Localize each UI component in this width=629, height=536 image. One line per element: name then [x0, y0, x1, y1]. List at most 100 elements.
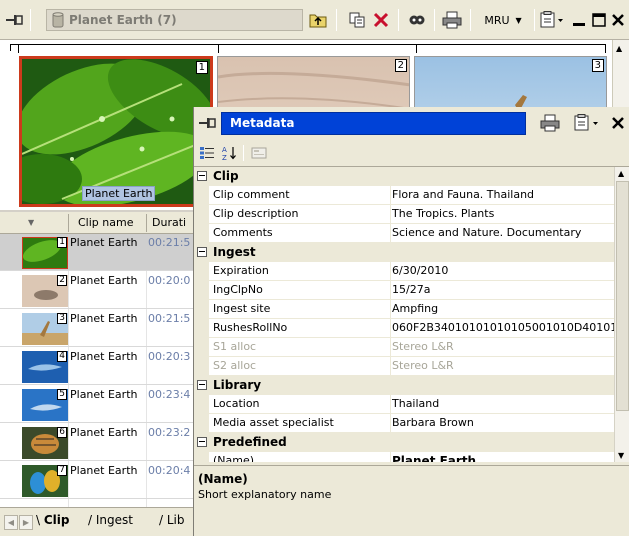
column-clip-name[interactable]: Clip name [78, 216, 133, 229]
sort-icon[interactable]: ▼ [28, 218, 34, 227]
collapse-icon[interactable] [197, 247, 207, 257]
clip-name: Planet Earth [70, 350, 138, 363]
category-predefined[interactable]: Predefined [194, 433, 614, 452]
scroll-up-icon[interactable]: ▲ [618, 169, 624, 178]
property-value[interactable]: Thailand [390, 395, 614, 413]
clip-number: 1 [57, 237, 67, 248]
scroll-down-icon[interactable]: ▼ [618, 451, 624, 460]
collapse-icon[interactable] [197, 437, 207, 447]
clip-row-6[interactable]: 6 Planet Earth 00:23:2 [0, 424, 205, 461]
property-pages-icon[interactable] [249, 144, 269, 162]
clip-thumbnail: 1 [22, 237, 68, 269]
clip-thumbnail: 3 [22, 313, 68, 345]
property-row[interactable]: (Name) Planet Earth [194, 452, 614, 462]
property-row[interactable]: Clip description The Tropics. Plants [194, 205, 614, 224]
clip-thumbnail: 6 [22, 427, 68, 459]
clip-row-2[interactable]: 2 Planet Earth 00:20:0 [0, 272, 205, 309]
clip-thumbnail: 5 [22, 389, 68, 421]
property-value[interactable]: Flora and Fauna. Thailand [390, 186, 614, 204]
close-icon[interactable] [608, 113, 628, 133]
mru-button[interactable]: MRU ▼ [476, 10, 530, 30]
clip-thumbnail: 2 [22, 275, 68, 307]
copy-icon[interactable] [346, 10, 368, 30]
property-row[interactable]: Comments Science and Nature. Documentary [194, 224, 614, 243]
property-row[interactable]: Ingest site Ampfing [194, 300, 614, 319]
property-value: Stereo L&R [390, 357, 614, 375]
property-value[interactable]: Science and Nature. Documentary [390, 224, 614, 242]
property-row[interactable]: Location Thailand [194, 395, 614, 414]
properties-icon[interactable] [538, 10, 568, 30]
clip-name: Planet Earth [70, 464, 138, 477]
property-name: Clip comment [213, 188, 290, 201]
properties-icon[interactable] [572, 113, 604, 133]
property-grid: Clip Clip comment Flora and Fauna. Thail… [194, 167, 614, 462]
metadata-title: Metadata [221, 112, 526, 135]
category-library[interactable]: Library [194, 376, 614, 395]
clip-name: Planet Earth [70, 274, 138, 287]
folder-up-icon[interactable] [307, 10, 329, 30]
print-icon[interactable] [539, 113, 561, 133]
property-value[interactable]: Barbara Brown [390, 414, 614, 432]
scroll-thumb[interactable] [616, 181, 629, 411]
close-icon[interactable] [609, 10, 627, 30]
property-grid-scrollbar[interactable]: ▲ ▼ [614, 167, 629, 462]
thumbnail-number: 1 [195, 61, 208, 74]
view-icon[interactable] [406, 10, 428, 30]
property-row[interactable]: IngClpNo 15/27a [194, 281, 614, 300]
pin-icon[interactable] [198, 113, 218, 133]
category-ingest[interactable]: Ingest [194, 243, 614, 262]
property-row[interactable]: S2 alloc Stereo L&R [194, 357, 614, 376]
chevron-down-icon: ▼ [515, 15, 522, 25]
print-icon[interactable] [440, 10, 464, 30]
property-value[interactable]: 6/30/2010 [390, 262, 614, 280]
pin-icon[interactable] [5, 10, 25, 30]
clip-row-3[interactable]: 3 Planet Earth 00:21:5 [0, 310, 205, 347]
property-name: Ingest site [213, 302, 271, 315]
property-row[interactable]: S1 alloc Stereo L&R [194, 338, 614, 357]
property-row[interactable]: Expiration 6/30/2010 [194, 262, 614, 281]
category-label: Library [213, 378, 262, 392]
categorized-icon[interactable] [197, 144, 217, 162]
tab-ingest-label: Ingest [95, 513, 133, 527]
property-value[interactable]: Ampfing [390, 300, 614, 318]
alphabetical-icon[interactable]: AZ [220, 144, 240, 162]
timeline-ruler [10, 44, 606, 56]
description-panel: (Name) Short explanatory name [194, 465, 629, 536]
clip-row-5[interactable]: 5 Planet Earth 00:23:4 [0, 386, 205, 423]
minimize-icon[interactable] [570, 10, 588, 30]
property-value[interactable]: Planet Earth [390, 452, 614, 462]
clip-row-7[interactable]: 7 Planet Earth 00:20:4 [0, 462, 205, 499]
property-row[interactable]: Clip comment Flora and Fauna. Thailand [194, 186, 614, 205]
collapse-icon[interactable] [197, 171, 207, 181]
property-name: Expiration [213, 264, 269, 277]
property-row[interactable]: Media asset specialist Barbara Brown [194, 414, 614, 433]
tab-clip[interactable]: \ Clip [36, 513, 69, 527]
metadata-toolbar: AZ [194, 139, 629, 167]
delete-icon[interactable] [370, 10, 392, 30]
clip-number: 4 [57, 351, 67, 362]
thumbnail-1[interactable]: 1 Planet Earth [19, 56, 213, 207]
property-value[interactable]: The Tropics. Plants [390, 205, 614, 223]
clip-thumbnail: 4 [22, 351, 68, 383]
category-clip[interactable]: Clip [194, 167, 614, 186]
property-value[interactable]: 15/27a [390, 281, 614, 299]
tab-scroll-right-icon[interactable]: ▶ [19, 515, 33, 530]
thumbnail-number: 2 [394, 59, 407, 72]
tab-ingest[interactable]: / Ingest [88, 513, 133, 527]
clip-list: ▼ Clip name Durati 1 Planet Earth 00:21:… [0, 212, 205, 507]
property-row[interactable]: RushesRollNo 060F2B34010101010105001010D… [194, 319, 614, 338]
clip-list-header: ▼ Clip name Durati [0, 212, 205, 234]
maximize-icon[interactable] [590, 10, 608, 30]
property-value[interactable]: 060F2B34010101010105001010D40101 [390, 319, 614, 337]
property-name: Location [213, 397, 260, 410]
tab-scroll-left-icon[interactable]: ◀ [4, 515, 18, 530]
collapse-icon[interactable] [197, 380, 207, 390]
property-name: (Name) [213, 454, 255, 462]
clip-number: 6 [57, 427, 67, 438]
clip-row-1[interactable]: 1 Planet Earth 00:21:5 [0, 234, 205, 271]
scroll-up-icon[interactable]: ▲ [616, 44, 622, 53]
clip-name: Planet Earth [70, 312, 138, 325]
clip-row-4[interactable]: 4 Planet Earth 00:20:3 [0, 348, 205, 385]
property-name: Comments [213, 226, 273, 239]
tab-library[interactable]: / Lib [159, 513, 185, 527]
